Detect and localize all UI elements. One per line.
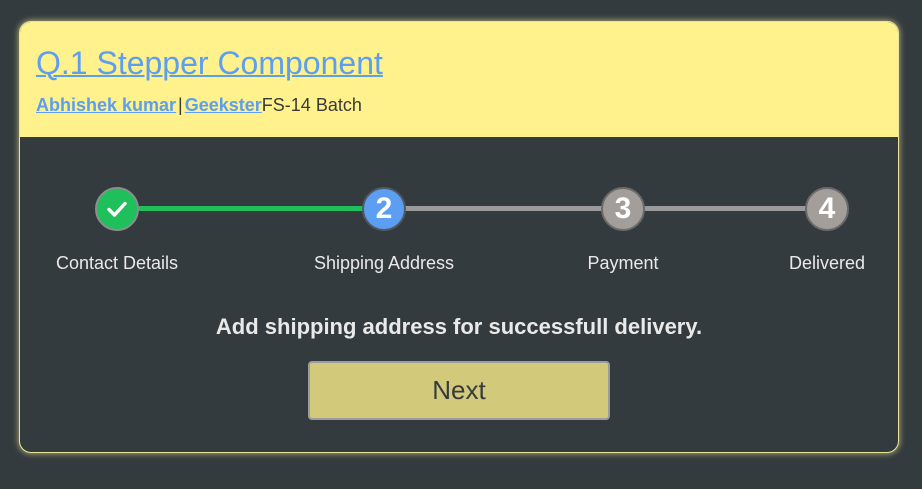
next-button[interactable]: Next xyxy=(308,361,610,420)
stepper: 2 3 4 Contact Details Shipping Address P… xyxy=(20,137,898,277)
step-3-circle: 3 xyxy=(601,187,645,231)
batch-text: FS-14 Batch xyxy=(261,95,362,115)
byline-separator: | xyxy=(178,95,183,115)
step-message: Add shipping address for successfull del… xyxy=(215,314,703,339)
step-2-number: 2 xyxy=(375,192,393,225)
step-2-circle: 2 xyxy=(362,187,406,231)
step-4-circle: 4 xyxy=(805,187,849,231)
step-3-number: 3 xyxy=(614,192,632,225)
step-3-label: Payment xyxy=(587,253,659,273)
step-1-circle xyxy=(95,187,139,231)
author-link[interactable]: Abhishek kumar xyxy=(36,95,176,115)
card-header: Q.1 Stepper Component Abhishek kumar | Gee… xyxy=(20,22,898,137)
progress-bar-2-3 xyxy=(404,206,604,211)
stepper-card: Q.1 Stepper Component Abhishek kumar | Gee… xyxy=(19,21,899,453)
org-link[interactable]: Geekster xyxy=(185,95,262,115)
byline: Abhishek kumar | GeeksterFS-14 Batch xyxy=(36,95,362,116)
page-title[interactable]: Q.1 Stepper Component xyxy=(36,45,383,82)
step-2-label: Shipping Address xyxy=(313,253,455,273)
progress-bar-3-4 xyxy=(644,206,810,211)
check-icon xyxy=(107,201,127,217)
step-4-label: Delivered xyxy=(788,253,866,273)
step-1-label: Contact Details xyxy=(55,253,179,273)
progress-bar-1-2 xyxy=(138,206,364,211)
step-4-number: 4 xyxy=(818,192,836,225)
